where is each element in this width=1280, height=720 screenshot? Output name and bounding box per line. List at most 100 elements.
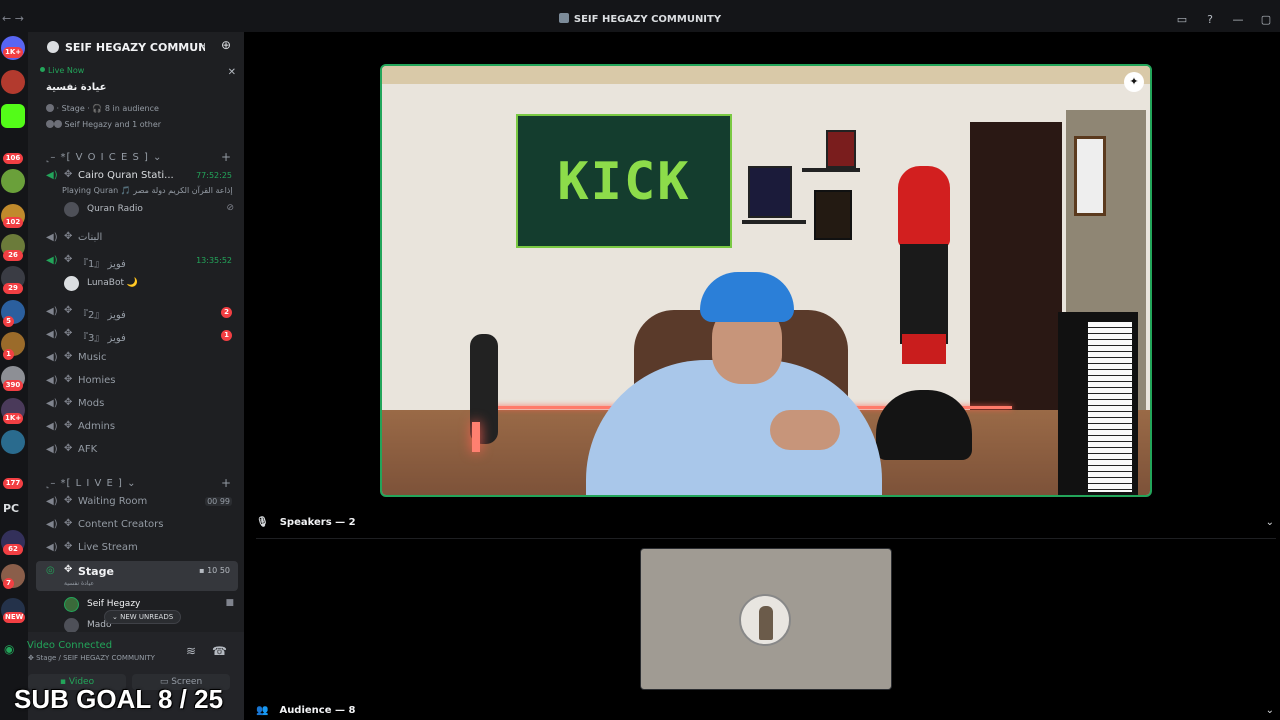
- voice-channel-mods[interactable]: ◀) ✥ Mods: [36, 394, 238, 414]
- stage-topic-sub: عيادة نفسية: [64, 580, 95, 587]
- user-count: ▪ 10 50: [199, 566, 230, 575]
- diamond-icon: ✥: [64, 374, 73, 385]
- diamond-icon: ✥: [64, 351, 73, 362]
- camera-icon: ■: [225, 598, 234, 608]
- badge: 390: [3, 380, 23, 391]
- audience-header: 👥 Audience — 8: [256, 705, 356, 716]
- voice-status[interactable]: Video Connected: [27, 640, 112, 651]
- voice-channel-live-stream[interactable]: ◀) ✥ Live Stream: [36, 538, 238, 558]
- badge: 1K+: [3, 47, 24, 58]
- voice-channel[interactable]: ◀) ✥ البنات: [36, 228, 238, 248]
- kick-server-icon[interactable]: [1, 104, 25, 128]
- maximize-icon[interactable]: ▢: [1252, 10, 1280, 28]
- badge: 1K+: [3, 413, 24, 424]
- chevron-down-icon[interactable]: ⌄: [1266, 517, 1274, 528]
- speaker-icon: ◀): [46, 170, 58, 181]
- diamond-icon: ✥: [64, 564, 73, 575]
- speaker-icon: ◀): [46, 496, 58, 507]
- unread-badge: 2: [221, 307, 232, 318]
- diamond-icon: ✥: [64, 495, 73, 506]
- inbox-icon[interactable]: ▭: [1168, 10, 1196, 28]
- channel-name: Waiting Room: [78, 496, 148, 507]
- badge: 106: [3, 153, 23, 164]
- diamond-icon: ✥: [64, 254, 73, 265]
- stage-channel[interactable]: ◎ ✥ Stage ▪ 10 50 عيادة نفسية: [36, 561, 238, 591]
- microphone-icon: 🎙: [256, 517, 269, 528]
- add-channel-icon[interactable]: +: [221, 476, 232, 490]
- voice-channel-admins[interactable]: ◀) ✥ Admins: [36, 417, 238, 437]
- stage-icon: ◎: [46, 565, 55, 576]
- speaker-icon: ◀): [46, 255, 58, 266]
- voice-channel-content-creators[interactable]: ◀) ✥ Content Creators: [36, 515, 238, 535]
- badge: 102: [3, 217, 23, 228]
- live-now-card[interactable]: Live Now ✕ عيادة نفسية · Stage · 🎧 8 in …: [40, 66, 236, 134]
- audience-icon: 👥: [256, 705, 269, 716]
- noise-suppression-icon[interactable]: ≋: [186, 644, 196, 658]
- voice-user-lunabot[interactable]: LunaBot 🌙: [64, 275, 234, 293]
- voice-channel-cairo-quran[interactable]: ◀) ✥ Cairo Quran Stati... 77:52:25: [36, 166, 238, 186]
- new-unreads-pill[interactable]: ⌄ NEW UNREADS: [104, 610, 182, 624]
- help-icon[interactable]: ?: [1196, 10, 1224, 28]
- channel-name: AFK: [78, 444, 98, 455]
- speaker-icon: ◀): [46, 352, 58, 363]
- badge: 1: [3, 349, 14, 360]
- diamond-icon: ✥: [64, 328, 73, 339]
- category-live[interactable]: ˻– *[ L I V E ] ⌄ +: [46, 476, 231, 490]
- server-logo-icon: [47, 41, 59, 53]
- speaker-icon: ◀): [46, 398, 58, 409]
- diamond-icon: ✥: [64, 443, 73, 454]
- badge: 7: [3, 578, 14, 589]
- diamond-icon: ✥: [64, 541, 73, 552]
- speaker-icon: ◀): [46, 306, 58, 317]
- voice-location[interactable]: ✥ Stage / SEIF HEGAZY COMMUNITY: [28, 654, 155, 662]
- server-list: 1K+ 106 102 26 29 5 1 390 1K+ 177 PC 62 …: [0, 32, 28, 720]
- avatar: [739, 594, 791, 646]
- add-channel-icon[interactable]: +: [221, 150, 232, 164]
- speaker-icon: ◀): [46, 519, 58, 530]
- server-header[interactable]: SEIF HEGAZY COMMUNI... ⌄ ⊕: [28, 32, 244, 62]
- speaker-icon: ◀): [46, 375, 58, 386]
- diamond-icon: ✥: [64, 231, 73, 242]
- channel-name: البنات: [78, 232, 103, 243]
- channel-sidebar: SEIF HEGAZY COMMUNI... ⌄ ⊕ Live Now ✕ عي…: [28, 32, 244, 720]
- minimize-icon[interactable]: —: [1224, 10, 1252, 28]
- speaker-video[interactable]: KICK ✦: [380, 64, 1152, 497]
- server-name: SEIF HEGAZY COMMUNI...: [65, 41, 205, 54]
- voice-channel[interactable]: ◀) ✥ 『2』 فويز 2: [36, 302, 238, 322]
- deafened-icon: ⊘: [226, 203, 234, 213]
- channel-name: Live Stream: [78, 542, 138, 553]
- channel-timer: 77:52:25: [196, 171, 232, 180]
- moderator-icon: ✦: [1124, 72, 1144, 92]
- server-icon[interactable]: [1, 169, 25, 193]
- chevron-down-icon[interactable]: ⌄: [198, 39, 206, 50]
- voice-channel[interactable]: ◀) ✥ 『3』 فويز 1: [36, 325, 238, 345]
- signal-icon[interactable]: ◉: [4, 642, 14, 656]
- speaker-icon: ◀): [46, 232, 58, 243]
- server-icon[interactable]: [1, 70, 25, 94]
- voice-user-quran-radio[interactable]: Quran Radio ⊘: [64, 201, 234, 219]
- channel-name: Cairo Quran Stati...: [78, 170, 174, 181]
- channel-name: 『3』 فويز: [78, 333, 126, 344]
- speaker-icon: ◀): [46, 421, 58, 432]
- voice-channel-waiting-room[interactable]: ◀) ✥ Waiting Room 00 99: [36, 492, 238, 512]
- channel-name: Content Creators: [78, 519, 164, 530]
- channel-name: Admins: [78, 421, 116, 432]
- voice-channel-afk[interactable]: ◀) ✥ AFK: [36, 440, 238, 460]
- chevron-down-icon[interactable]: ⌄: [1266, 705, 1274, 716]
- close-icon[interactable]: ✕: [228, 67, 236, 78]
- pc-server-label[interactable]: PC: [3, 502, 19, 515]
- speaker-tile[interactable]: [640, 548, 892, 690]
- category-voices[interactable]: ˻– *[ V O I C E S ] ⌄ +: [46, 150, 231, 164]
- diamond-icon: ✥: [64, 420, 73, 431]
- invite-people-icon[interactable]: ⊕: [221, 38, 231, 52]
- disconnect-icon[interactable]: ☎: [212, 644, 227, 658]
- voice-channel[interactable]: ◀) ✥ 『1』 فويز 13:35:52: [36, 251, 238, 271]
- voice-channel-homies[interactable]: ◀) ✥ Homies: [36, 371, 238, 391]
- server-icon[interactable]: [1, 430, 25, 454]
- voice-channel-music[interactable]: ◀) ✥ Music: [36, 348, 238, 368]
- badge: 62: [3, 544, 23, 555]
- channel-name: 『1』 فويز: [78, 259, 126, 270]
- diamond-icon: ✥: [64, 397, 73, 408]
- channel-name: Music: [78, 352, 107, 363]
- user-count: 00 99: [205, 497, 232, 506]
